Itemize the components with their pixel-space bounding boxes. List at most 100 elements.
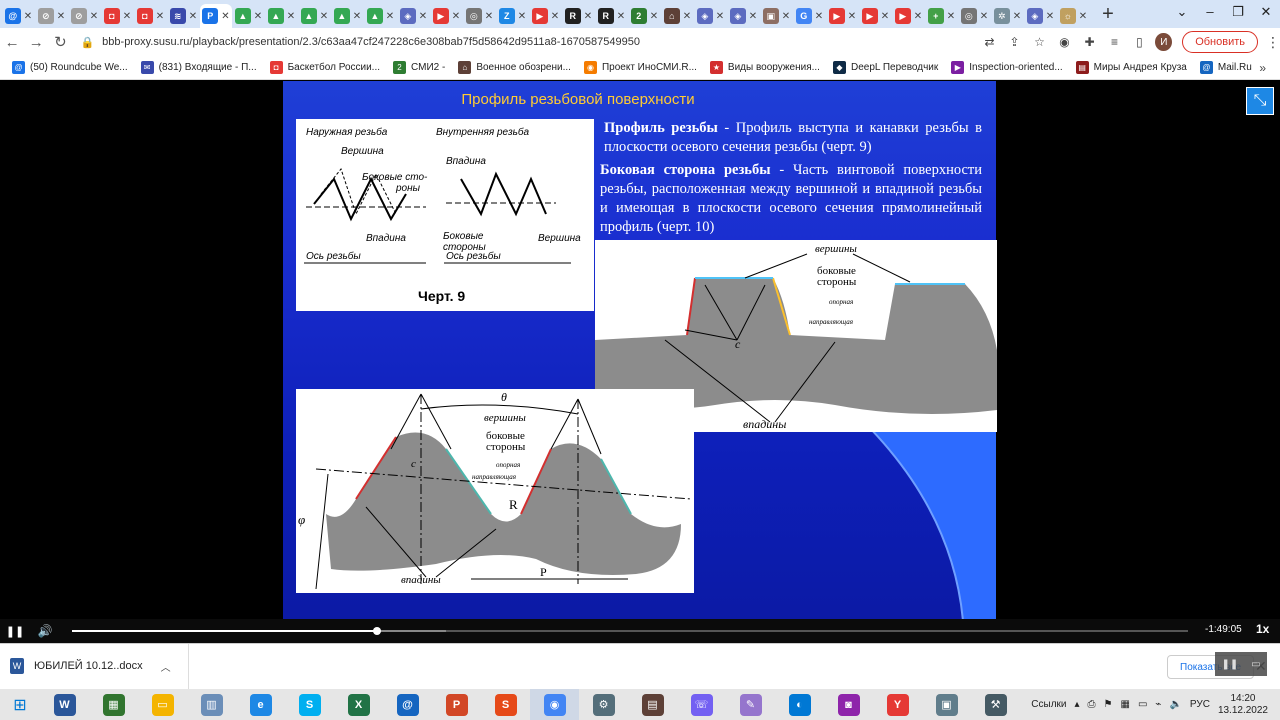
links-label[interactable]: Ссылки (1031, 699, 1066, 710)
taskbar-app[interactable]: X (334, 689, 383, 720)
tab[interactable]: ≋ ✕ (167, 4, 200, 28)
tab[interactable]: ⊘ ✕ (68, 4, 101, 28)
lock-icon[interactable]: 🔒 (80, 36, 94, 49)
taskbar-app[interactable]: ✎ (726, 689, 775, 720)
tab[interactable]: R ✕ (562, 4, 595, 28)
reading-list-icon[interactable]: ≡ (1106, 35, 1122, 49)
bookmark-item[interactable]: ★ Виды вооружения... (709, 61, 820, 74)
taskbar-app[interactable]: ◙ (824, 689, 873, 720)
tab-close-icon[interactable]: ✕ (1013, 11, 1021, 22)
taskbar-app[interactable]: ▥ (187, 689, 236, 720)
new-tab-icon[interactable]: + (1096, 3, 1120, 26)
tab-close-icon[interactable]: ✕ (386, 11, 394, 22)
tab-close-icon[interactable]: ✕ (90, 11, 98, 22)
tab-close-icon[interactable]: ✕ (1079, 11, 1087, 22)
tab[interactable]: ▶ ✕ (430, 4, 463, 28)
tab-close-icon[interactable]: ✕ (254, 11, 262, 22)
taskbar-app[interactable]: e (236, 689, 285, 720)
tab[interactable]: ☼ ✕ (1057, 4, 1090, 28)
chevron-up-icon[interactable]: ︿ (161, 659, 171, 674)
tab-close-icon[interactable]: ✕ (287, 11, 295, 22)
back-icon[interactable]: ← (0, 34, 24, 51)
tab[interactable]: ◎ ✕ (958, 4, 991, 28)
chevron-down-icon[interactable]: ⌄ (1168, 0, 1196, 28)
tab-close-icon[interactable]: ✕ (947, 11, 955, 22)
bookmarks-more-icon[interactable]: » (1259, 61, 1266, 75)
tab-close-icon[interactable]: ✕ (617, 11, 625, 22)
tab[interactable]: ▲ ✕ (298, 4, 331, 28)
tab-close-icon[interactable]: ✕ (914, 11, 922, 22)
tab-close-icon[interactable]: ✕ (650, 11, 658, 22)
tab[interactable]: ▶ ✕ (892, 4, 925, 28)
exit-fullscreen-icon[interactable]: ⤡ (1246, 87, 1274, 115)
tab[interactable]: ◈ ✕ (1024, 4, 1057, 28)
tab[interactable]: ▲ ✕ (232, 4, 265, 28)
monitor-icon[interactable]: ▭ (1138, 699, 1147, 710)
tab-close-icon[interactable]: ✕ (716, 11, 724, 22)
tab-close-icon[interactable]: ✕ (189, 11, 197, 22)
network-icon[interactable]: ▦ (1121, 699, 1130, 710)
address-bar[interactable]: 🔒 bbb-proxy.susu.ru/playback/presentatio… (80, 30, 981, 54)
taskbar-app[interactable]: ◉ (530, 689, 579, 720)
tab[interactable]: R ✕ (595, 4, 628, 28)
tab-close-icon[interactable]: ✕ (485, 11, 493, 22)
taskbar-app[interactable]: ▣ (922, 689, 971, 720)
bookmark-item[interactable]: ▤ Миры Андрея Круза (1075, 61, 1187, 74)
printer-icon[interactable]: ⎙ (1088, 699, 1096, 710)
tab-close-icon[interactable]: ✕ (221, 11, 229, 22)
tab[interactable]: + ✕ (925, 4, 958, 28)
tab-close-icon[interactable]: ✕ (452, 11, 460, 22)
tab[interactable]: G ✕ (793, 4, 826, 28)
language-indicator[interactable]: РУС (1190, 699, 1210, 710)
tab[interactable]: ▲ ✕ (364, 4, 397, 28)
tab[interactable]: P ✕ (200, 4, 232, 28)
bookmark-item[interactable]: @ Mail.Ru (1199, 61, 1252, 74)
tab-close-icon[interactable]: ✕ (320, 11, 328, 22)
tab[interactable]: Z ✕ (496, 4, 529, 28)
tab[interactable]: @ ✕ (2, 4, 35, 28)
screen-icon[interactable]: ▭ (1251, 659, 1260, 670)
bookmark-item[interactable]: ◆ DeepL Переводчик (832, 61, 938, 74)
progress-bar[interactable] (72, 627, 1188, 635)
tab[interactable]: ◎ ✕ (463, 4, 496, 28)
taskbar-app[interactable]: ⚒ (971, 689, 1020, 720)
tab-close-icon[interactable]: ✕ (782, 11, 790, 22)
bookmark-item[interactable]: @ (50) Roundcube We... (12, 61, 128, 74)
tab-close-icon[interactable]: ✕ (815, 11, 823, 22)
playback-speed-button[interactable]: 1x (1256, 622, 1269, 636)
taskbar-app[interactable]: S (285, 689, 334, 720)
tab-close-icon[interactable]: ✕ (353, 11, 361, 22)
tab[interactable]: ▲ ✕ (265, 4, 298, 28)
usb-icon[interactable]: ⌁ (1155, 699, 1161, 710)
profile-avatar[interactable]: И (1155, 33, 1173, 51)
tab-close-icon[interactable]: ✕ (1046, 11, 1054, 22)
tab[interactable]: ⌂ ✕ (661, 4, 694, 28)
tab[interactable]: ◘ ✕ (134, 4, 167, 28)
flag-icon[interactable]: ⚑ (1104, 699, 1113, 710)
taskbar-app[interactable]: @ (383, 689, 432, 720)
tab-close-icon[interactable]: ✕ (683, 11, 691, 22)
translate-icon[interactable]: ⇄ (981, 35, 997, 49)
bookmark-item[interactable]: ▶ Inspection-oriented... (951, 61, 1063, 74)
forward-icon[interactable]: → (24, 34, 48, 51)
tab[interactable]: ◘ ✕ (101, 4, 134, 28)
sidepanel-icon[interactable]: ▯ (1131, 35, 1147, 49)
taskbar-app[interactable]: Y (873, 689, 922, 720)
minimize-icon[interactable]: – (1196, 0, 1224, 28)
share-icon[interactable]: ⇪ (1006, 35, 1022, 49)
tab-close-icon[interactable]: ✕ (123, 11, 131, 22)
tab[interactable]: ⊘ ✕ (35, 4, 68, 28)
tab-close-icon[interactable]: ✕ (848, 11, 856, 22)
taskbar-app[interactable]: W (40, 689, 89, 720)
tab-close-icon[interactable]: ✕ (749, 11, 757, 22)
taskbar-app[interactable]: ⚙ (579, 689, 628, 720)
tab[interactable]: ◈ ✕ (397, 4, 430, 28)
taskbar-app[interactable]: P (432, 689, 481, 720)
volume-icon[interactable]: 🔈 (1169, 699, 1181, 710)
tab[interactable]: ▣ ✕ (760, 4, 793, 28)
tab[interactable]: ▶ ✕ (529, 4, 562, 28)
volume-icon[interactable]: 🔊 (30, 624, 60, 638)
tab-close-icon[interactable]: ✕ (980, 11, 988, 22)
menu-dots-icon[interactable]: ⋮ (1266, 34, 1280, 51)
tab-close-icon[interactable]: ✕ (57, 11, 65, 22)
